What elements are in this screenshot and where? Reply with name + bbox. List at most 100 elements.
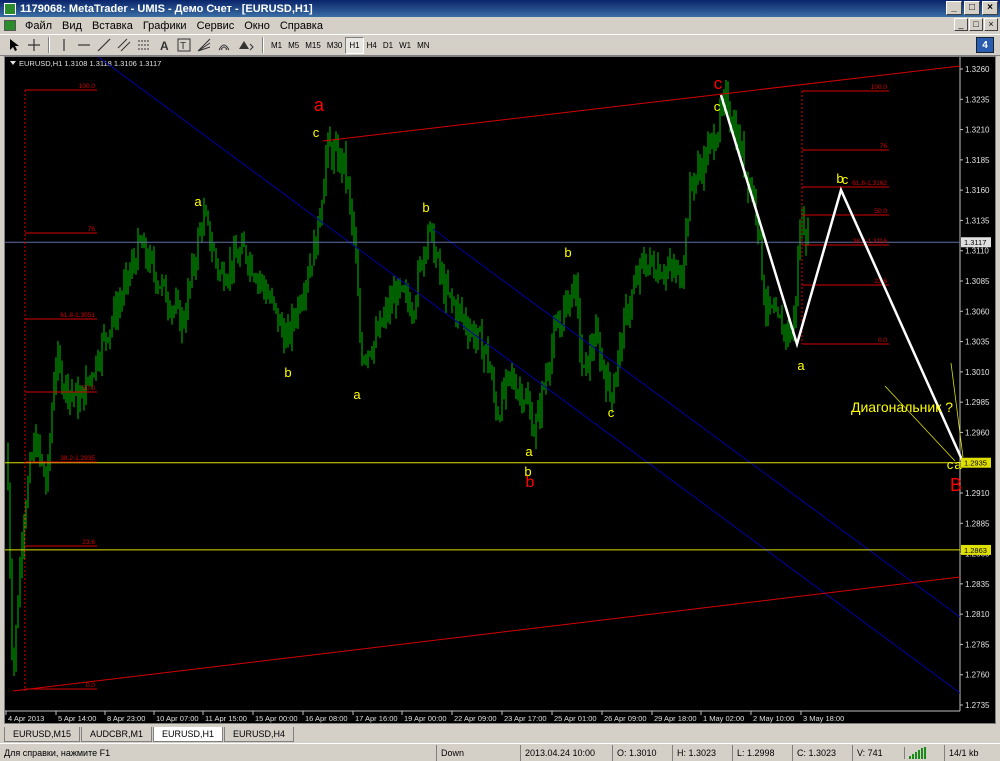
vertical-line-icon[interactable] [54,36,74,54]
crosshair-icon[interactable] [24,36,44,54]
status-traffic: 14/1 kb [944,744,1000,761]
price-tick-label: 1.2810 [965,610,990,619]
price-tick-label: 1.3035 [965,338,990,347]
time-tick-label: 19 Apr 00:00 [404,714,447,723]
trendline-icon[interactable] [94,36,114,54]
maximize-button[interactable]: □ [964,1,980,15]
fib-right-label: 76 [880,143,888,150]
time-tick-label: 1 May 02:00 [703,714,744,723]
arrows-icon[interactable] [234,36,258,54]
toolbar: A T M1 M5 M15 M30 H1 H4 D1 W1 MN 4 [0,34,1000,56]
wave-label-yellow: c [313,125,320,140]
title-bar: 1179068: MetaTrader - UMIS - Демо Счет -… [0,0,1000,17]
menu-tools[interactable]: Сервис [192,20,240,32]
price-tick-label: 1.2960 [965,428,990,437]
timeframe-m5[interactable]: M5 [285,37,302,54]
timeframe-w1[interactable]: W1 [396,37,414,54]
fib-left-label: 0.0 [86,682,95,689]
price-tag-label: 1.3117 [964,238,986,247]
price-tick-label: 1.3235 [965,95,990,104]
text-icon[interactable]: A [154,36,174,54]
timeframe-h4[interactable]: H4 [364,37,380,54]
menu-insert[interactable]: Вставка [87,20,138,32]
tab-eurusd-h1[interactable]: EURUSD,H1 [153,727,224,742]
status-low: L: 1.2998 [732,744,792,761]
timeframe-mn[interactable]: MN [414,37,432,54]
time-tick-label: 17 Apr 16:00 [355,714,398,723]
wave-label-yellow: b [524,464,531,479]
timeframe-h1[interactable]: H1 [345,36,364,54]
wave-label-red: B [950,475,962,495]
menu-view[interactable]: Вид [57,20,87,32]
tab-audcbr-m1[interactable]: AUDCBR,M1 [81,727,153,742]
wave-label-yellow: c [947,457,954,472]
chart-header: EURUSD,H1 1.3108 1.3118 1.3106 1.3117 [19,59,161,68]
fibo-fan-icon[interactable] [194,36,214,54]
time-tick-label: 29 Apr 18:00 [654,714,697,723]
chart-tabs: EURUSD,M15 AUDCBR,M1 EURUSD,H1 EURUSD,H4 [0,725,1000,742]
price-tick-label: 1.2785 [965,640,990,649]
menu-file[interactable]: Файл [20,20,57,32]
timeframe-m1[interactable]: M1 [268,37,285,54]
mdi-restore-button[interactable]: □ [969,18,983,31]
time-tick-label: 23 Apr 17:00 [504,714,547,723]
time-tick-label: 11 Apr 15:00 [205,714,247,723]
wave-label-yellow: c [842,172,849,187]
app-icon [4,2,16,15]
timeframe-m30[interactable]: M30 [324,37,346,54]
timeframe-m15[interactable]: M15 [302,37,324,54]
fib-left-label: 50.0 [82,385,95,392]
connection-bars-icon [904,746,944,759]
status-volume: V: 741 [852,744,904,761]
price-tag-label: 1.2935 [964,459,987,468]
chart-window-icon[interactable] [4,20,16,31]
time-tick-label: 8 Apr 23:00 [107,714,145,723]
fib-right-label: 61.8-1.3162 [852,180,887,187]
price-tick-label: 1.3010 [965,368,990,377]
status-high: H: 1.3023 [672,744,732,761]
fibo-arcs-icon[interactable] [214,36,234,54]
price-tick-label: 1.3135 [965,216,990,225]
time-tick-label: 4 Apr 2013 [8,714,44,723]
menu-window[interactable]: Окно [239,20,275,32]
svg-text:T: T [180,41,186,52]
minimize-button[interactable]: _ [946,1,962,15]
fib-right-label: 50.0 [874,208,887,215]
wave-label-yellow: a [194,194,202,209]
price-tick-label: 1.3185 [965,156,990,165]
notification-badge[interactable]: 4 [976,37,994,53]
close-button[interactable]: × [982,1,998,15]
menu-bar: Файл Вид Вставка Графики Сервис Окно Спр… [0,17,1000,34]
wave-label-yellow: b [284,365,291,380]
text-label-icon[interactable]: T [174,36,194,54]
status-close: C: 1.3023 [792,744,852,761]
chart-area[interactable]: 1.3260 1.3235 1.3210 1.3185 1.3160 1.3135 1.31… [4,56,996,724]
svg-text:A: A [160,39,169,52]
fibonacci-icon[interactable] [134,36,154,54]
price-tick-label: 1.3260 [965,65,990,74]
wave-label-yellow: c [714,99,721,114]
menu-help[interactable]: Справка [275,20,328,32]
mdi-controls: _ □ × [954,18,998,31]
cursor-icon[interactable] [4,36,24,54]
timeframe-d1[interactable]: D1 [380,37,396,54]
mdi-minimize-button[interactable]: _ [954,18,968,31]
mdi-close-button[interactable]: × [984,18,998,31]
tab-eurusd-m15[interactable]: EURUSD,M15 [4,727,81,742]
tab-eurusd-h4[interactable]: EURUSD,H4 [224,727,295,742]
horizontal-line-icon[interactable] [74,36,94,54]
menu-charts[interactable]: Графики [138,20,192,32]
fib-left-label: 100.0 [79,83,96,90]
time-tick-label: 26 Apr 09:00 [604,714,647,723]
price-tick-label: 1.3110 [965,247,989,256]
window-title: 1179068: MetaTrader - UMIS - Демо Счет -… [20,2,313,15]
fib-left-label: 61.8-1.3051 [60,312,95,319]
time-tick-label: 10 Apr 07:00 [156,714,199,723]
diagonal-annotation: Диагональник ? [851,399,953,415]
price-chart[interactable]: 1.3260 1.3235 1.3210 1.3185 1.3160 1.3135 1.31… [5,57,995,723]
time-tick-label: 15 Apr 00:00 [255,714,298,723]
equidistant-channel-icon[interactable] [114,36,134,54]
price-tick-label: 1.3060 [965,307,990,316]
status-bar: Для справки, нажмите F1 Down 2013.04.24 … [0,743,1000,761]
wave-label-yellow: c [608,405,615,420]
